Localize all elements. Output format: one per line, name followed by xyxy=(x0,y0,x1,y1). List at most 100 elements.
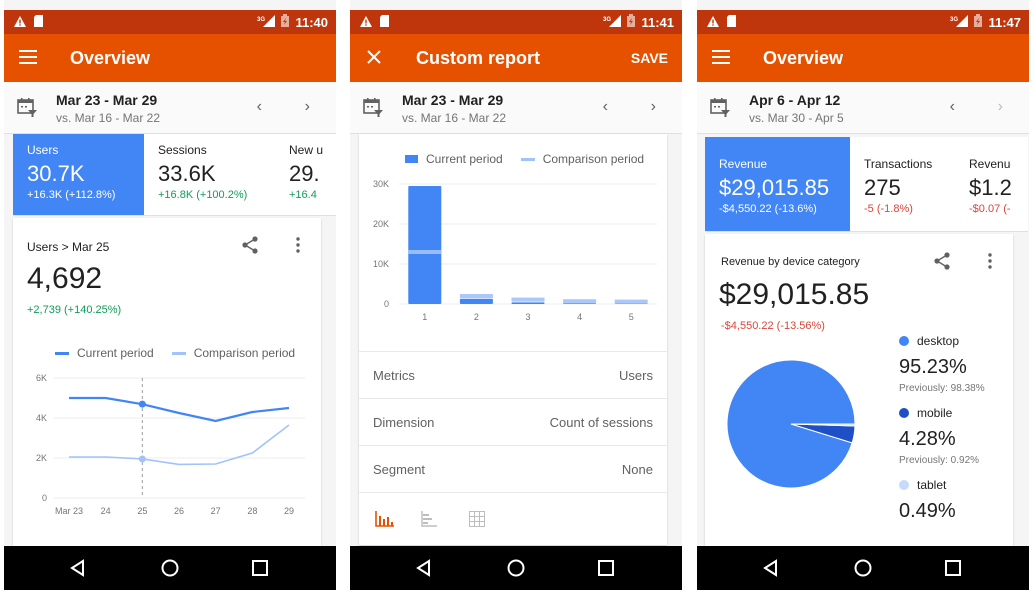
date-range[interactable]: Mar 23 - Mar 29 xyxy=(56,92,157,108)
legend-value: 95.23% xyxy=(899,356,967,378)
custom-report-card: Current period Comparison period 0 10K 20K… xyxy=(359,134,667,545)
legend-current: Current period xyxy=(55,346,154,360)
date-range-bar: Mar 23 - Mar 29 vs. Mar 16 - Mar 22 ‹ › xyxy=(350,82,682,134)
signal-icon: 3G xyxy=(950,14,969,30)
save-button[interactable]: SAVE xyxy=(631,50,668,66)
battery-icon xyxy=(281,14,290,30)
chart-legend: Current period Comparison period xyxy=(55,346,295,360)
calendar-filter-icon[interactable] xyxy=(362,96,384,118)
bar-chart-icon[interactable] xyxy=(421,511,437,530)
setting-row-dimension[interactable]: Dimension Count of sessions xyxy=(359,398,667,445)
table-icon[interactable] xyxy=(469,511,485,530)
date-range[interactable]: Mar 23 - Mar 29 xyxy=(402,92,503,108)
close-button[interactable] xyxy=(362,46,386,70)
svg-text:3G: 3G xyxy=(603,17,611,23)
status-bar: 3G 11:40 xyxy=(4,10,336,34)
card-title: Revenue by device category xyxy=(721,256,860,268)
legend-dot xyxy=(899,408,909,418)
x-tick-label: 28 xyxy=(247,506,257,516)
battery-icon xyxy=(974,14,983,30)
kpi-card-transactions[interactable]: Transactions 275 -5 (-1.8%) xyxy=(850,137,965,231)
calendar-filter-icon[interactable] xyxy=(16,96,38,118)
x-tick-label: 4 xyxy=(577,312,582,322)
previous-period-button[interactable]: ‹ xyxy=(950,98,955,116)
home-icon[interactable] xyxy=(853,558,873,578)
home-icon[interactable] xyxy=(506,558,526,578)
kpi-card-revenue-per-transaction[interactable]: Revenue $1.2 -$0.07 (- xyxy=(955,137,1011,231)
kpi-card-sessions[interactable]: Sessions 33.6K +16.8K (+100.2%) xyxy=(144,134,275,215)
next-period-button[interactable]: › xyxy=(305,98,310,116)
kpi-delta: -$0.07 (- xyxy=(969,203,1011,215)
kpi-card-users[interactable]: Users 30.7K +16.3K (+112.8%) xyxy=(13,134,144,215)
date-range-bar: Mar 23 - Mar 29 vs. Mar 16 - Mar 22 ‹ › xyxy=(4,82,336,134)
previous-period-button[interactable]: ‹ xyxy=(257,98,262,116)
device-category-card: Revenue by device category $29,015.85 -$… xyxy=(705,234,1013,554)
date-range[interactable]: Apr 6 - Apr 12 xyxy=(749,92,840,108)
warning-icon xyxy=(14,14,26,32)
kpi-card-new-users[interactable]: New u 29. +16.4 xyxy=(275,134,335,215)
legend-previous: Previously: 98.38% xyxy=(899,383,985,394)
kpi-label: Revenue xyxy=(719,157,768,171)
kpi-delta: +16.8K (+100.2%) xyxy=(158,189,248,201)
menu-button[interactable] xyxy=(709,46,733,70)
setting-label: Dimension xyxy=(373,415,435,430)
more-options-icon[interactable] xyxy=(295,236,301,259)
menu-icon xyxy=(19,47,37,70)
kpi-card-revenue[interactable]: Revenue $29,015.85 -$4,550.22 (-13.6%) xyxy=(705,137,850,231)
back-icon[interactable] xyxy=(761,558,781,578)
recents-icon[interactable] xyxy=(943,558,963,578)
menu-button[interactable] xyxy=(16,46,40,70)
warning-icon xyxy=(707,14,719,32)
calendar-filter-icon[interactable] xyxy=(709,96,731,118)
comparison-range: vs. Mar 30 - Apr 5 xyxy=(749,111,844,125)
comparison-range: vs. Mar 16 - Mar 22 xyxy=(56,111,161,125)
detail-delta: +2,739 (+140.25%) xyxy=(27,304,122,316)
kpi-value: 33.6K xyxy=(158,161,216,186)
back-icon[interactable] xyxy=(414,558,434,578)
bar-comparison-marker xyxy=(511,297,545,302)
y-tick-label: 0 xyxy=(42,493,47,503)
y-tick-label: 4K xyxy=(36,413,47,423)
home-icon[interactable] xyxy=(160,558,180,578)
legend-entry-mobile: mobile 4.28% Previously: 0.92% xyxy=(899,404,1019,466)
legend-comparison: Comparison period xyxy=(520,152,644,166)
users-line-chart[interactable]: 0 2K 4K 6K Mar 23 24 25 26 27 28 29 xyxy=(13,368,321,548)
kpi-label: Users xyxy=(27,143,59,157)
setting-value: Count of sessions xyxy=(549,415,653,430)
highlight-point xyxy=(138,400,146,408)
signal-icon: 3G xyxy=(257,14,276,30)
kpi-value: 29. xyxy=(289,161,320,186)
next-period-button[interactable]: › xyxy=(998,98,1003,116)
legend-label: tablet xyxy=(917,478,947,492)
share-icon[interactable] xyxy=(933,252,951,275)
x-tick-label: 27 xyxy=(211,506,221,516)
bar-comparison-marker xyxy=(408,250,442,254)
kpi-label: New u xyxy=(289,143,324,157)
device-pie-chart[interactable] xyxy=(721,354,861,494)
sd-card-icon xyxy=(727,14,736,32)
page-title: Custom report xyxy=(416,48,541,68)
column-chart-icon[interactable] xyxy=(375,511,395,530)
y-tick-label: 20K xyxy=(373,219,389,229)
sessions-bar-chart[interactable]: 0 10K 20K 30K 1 2 3 4 5 xyxy=(359,174,667,334)
kpi-strip[interactable]: Users 30.7K +16.3K (+112.8%) Sessions 33… xyxy=(13,134,336,216)
recents-icon[interactable] xyxy=(250,558,270,578)
pie-legend: desktop 95.23% Previously: 98.38% mobile… xyxy=(899,332,1019,527)
share-icon[interactable] xyxy=(241,236,259,259)
previous-period-button[interactable]: ‹ xyxy=(603,98,608,116)
kpi-strip[interactable]: Revenue $29,015.85 -$4,550.22 (-13.6%) T… xyxy=(705,137,1028,232)
svg-text:3G: 3G xyxy=(950,17,958,23)
chart-legend: Current period Comparison period xyxy=(405,152,644,166)
users-detail-card: Users > Mar 25 4,692 +2,739 (+140.25%) C… xyxy=(13,218,321,548)
setting-row-segment[interactable]: Segment None xyxy=(359,445,667,492)
detail-breadcrumb: Users > Mar 25 xyxy=(27,240,110,254)
more-options-icon[interactable] xyxy=(987,252,993,275)
recents-icon[interactable] xyxy=(596,558,616,578)
next-period-button[interactable]: › xyxy=(651,98,656,116)
legend-value: 0.49% xyxy=(899,500,956,522)
y-tick-label: 30K xyxy=(373,179,389,189)
setting-label: Segment xyxy=(373,462,426,477)
back-icon[interactable] xyxy=(68,558,88,578)
setting-row-metrics[interactable]: Metrics Users xyxy=(359,351,667,398)
setting-value: Users xyxy=(619,368,653,383)
